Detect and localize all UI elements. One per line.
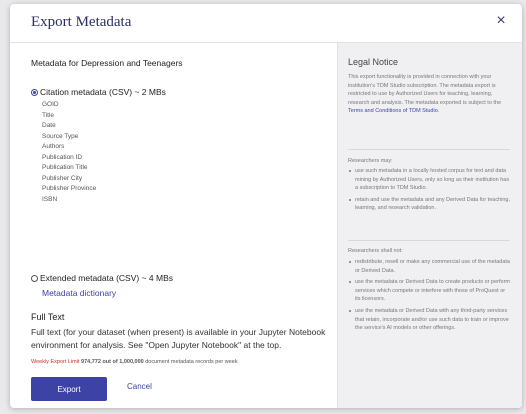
metadata-field-item: Publication ID [42, 153, 83, 161]
terms-link[interactable]: Terms and Conditions of TDM Studio [348, 108, 438, 114]
limit-label: Weekly Export Limit [31, 359, 80, 365]
full-text-heading: Full Text [31, 312, 65, 322]
limit-suffix: document metadata records per week [145, 359, 238, 365]
metadata-field-item: Publisher City [42, 174, 83, 182]
metadata-field-item: Title [42, 111, 55, 119]
dialog-header: Export Metadata × [10, 4, 522, 43]
metadata-field-item: ISBN [42, 195, 58, 203]
shall-not-list-item: redistribute, resell or make any commerc… [348, 258, 510, 275]
export-options-panel: Metadata for Depression and Teenagers Ci… [31, 43, 333, 408]
legal-intro-end: . [437, 108, 440, 115]
metadata-field-item: Authors [42, 143, 65, 150]
legal-notice-panel: Legal Notice This export functionality i… [337, 43, 522, 408]
shall-not-list-item: use the metadata or Derived Data to crea… [348, 278, 510, 304]
metadata-field-item: Publication Title [42, 164, 88, 171]
export-metadata-dialog: Export Metadata × Metadata for Depressio… [10, 4, 522, 408]
dialog-title: Export Metadata [31, 14, 132, 30]
shall-not-list-item: use the metadata or Derived Data with an… [348, 307, 510, 333]
metadata-field-item: Date [42, 122, 56, 129]
metadata-dictionary-link[interactable]: Metadata dictionary [42, 288, 116, 298]
citation-label: Citation metadata (CSV) ~ 2 MBs [40, 87, 166, 97]
extended-metadata-option[interactable]: Extended metadata (CSV) ~ 4 MBs [31, 273, 173, 283]
citation-metadata-option[interactable]: Citation metadata (CSV) ~ 2 MBs [31, 87, 166, 97]
may-label: Researchers may: [348, 158, 393, 164]
full-text-description: Full text (for your dataset (when presen… [31, 327, 326, 350]
divider [348, 240, 510, 241]
may-list-item: retain and use the metadata and any Deri… [348, 196, 510, 213]
export-button[interactable]: Export [31, 377, 107, 401]
citation-radio[interactable] [31, 88, 38, 96]
shall-not-label: Researchers shall not: [348, 248, 403, 254]
may-list-item: use such metadata in a locally hosted co… [348, 167, 510, 193]
weekly-export-limit: Weekly Export Limit 974,772 out of 1,000… [31, 359, 341, 365]
citation-field-list: GOID Title Date Source Type Authors Publicati… [42, 100, 96, 205]
extended-radio[interactable] [31, 274, 38, 282]
metadata-field-item: GOID [42, 101, 59, 108]
legal-intro: This export functionality is provided in… [348, 74, 502, 106]
close-icon[interactable]: × [492, 12, 510, 30]
metadata-field-item: Source Type [42, 132, 79, 140]
may-list: use such metadata in a locally hosted co… [348, 167, 510, 216]
shall-not-list: redistribute, resell or make any commerc… [348, 258, 510, 336]
limit-count: 974,772 out of 1,000,000 [81, 359, 144, 365]
metadata-field-item: Publisher Province [42, 185, 97, 192]
legal-notice-text: This export functionality is provided in… [348, 73, 510, 116]
dataset-label: Metadata for Depression and Teenagers [31, 58, 183, 68]
divider [348, 149, 510, 150]
extended-label: Extended metadata (CSV) ~ 4 MBs [40, 273, 173, 283]
legal-notice-heading: Legal Notice [348, 57, 399, 67]
cancel-button[interactable]: Cancel [127, 382, 152, 391]
